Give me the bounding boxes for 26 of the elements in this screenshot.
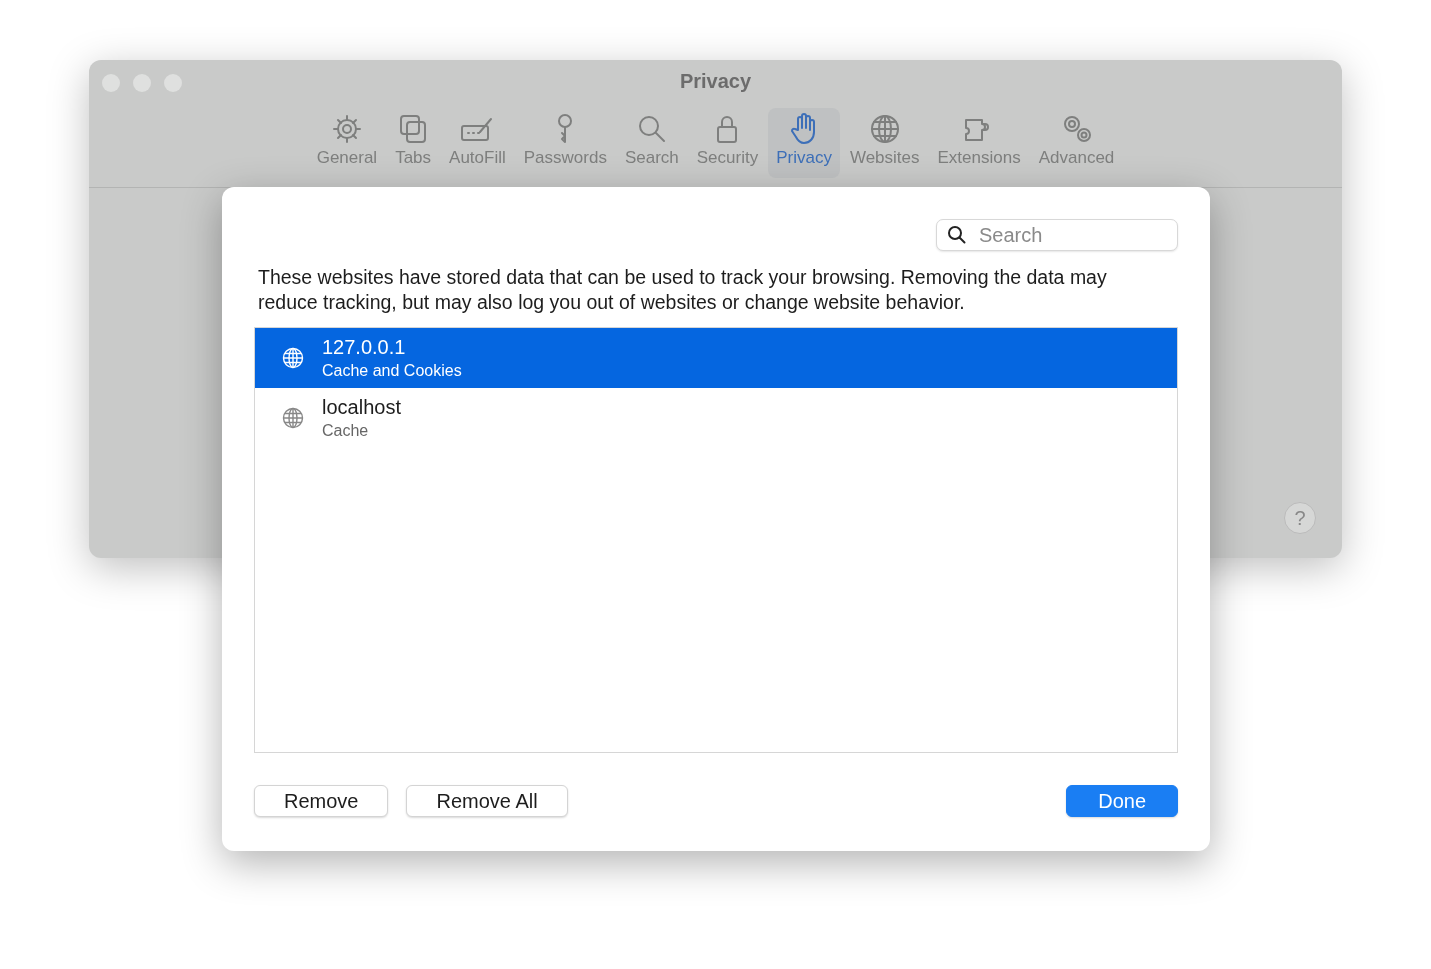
remove-button[interactable]: Remove [254,785,389,817]
website-name: 127.0.0.1 [322,336,407,359]
search-field[interactable]: Search [936,219,1178,251]
globe-icon [282,347,304,369]
toolbar-tab[interactable]: AutoFill [441,108,514,178]
toolbar-tab[interactable]: Passwords [515,108,615,178]
website-row[interactable]: 127.0.0.1 Cache and Cookies [255,328,1177,388]
globe-icon [282,407,304,429]
toolbar-tab[interactable]: Search [616,108,687,178]
toolbar-tab[interactable]: General [308,108,386,178]
website-name: localhost [322,396,401,419]
toolbar-tab[interactable]: Security [688,108,767,178]
toolbar-tab[interactable]: Extensions [929,108,1029,178]
stored-data-type: Cache and Cookies [322,362,462,380]
help-button[interactable]: ? [1284,502,1316,534]
website-row[interactable]: localhost Cache [255,388,1177,448]
search-icon [947,225,967,245]
stored-data-type: Cache [322,422,370,440]
toolbar-tab[interactable]: Websites [841,108,928,178]
done-button[interactable]: Done [1066,785,1178,817]
remove-button[interactable]: Remove All [406,785,568,817]
window-title: Privacy [679,70,752,92]
toolbar-tab[interactable]: Tabs [387,108,440,178]
toolbar-tab[interactable]: Advanced [1030,108,1123,178]
description-text: These websites have stored data that can be used to track your browsing. Removing the data may reduce tracking, but may also log you out of websites or change website behavior. [258,265,1108,315]
toolbar-tab[interactable]: Privacy [768,108,840,178]
